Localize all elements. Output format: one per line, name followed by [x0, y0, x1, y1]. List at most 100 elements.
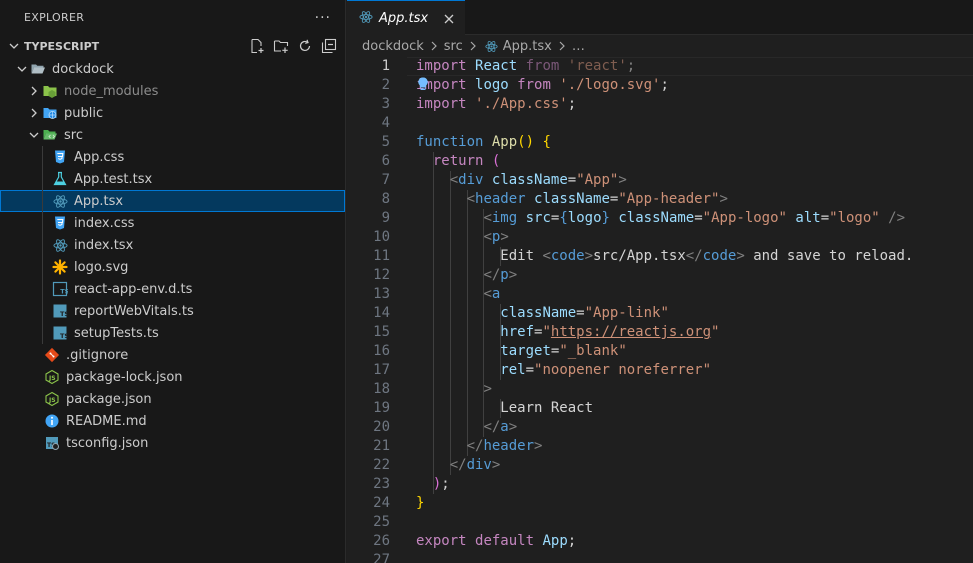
tree-item-index-css[interactable]: index.css [0, 212, 345, 234]
tab-bar: App.tsx [347, 0, 973, 36]
line-number: 3 [381, 96, 390, 112]
code-line[interactable]: 9 <img src={logo} className="App-logo" a… [347, 209, 973, 228]
tree-item-public[interactable]: public [0, 102, 345, 124]
breadcrumb-item-dockdock[interactable]: dockdock [362, 39, 424, 54]
chevron-right-icon [556, 41, 568, 51]
code-editor[interactable]: 1 import React from 'react'; 2 import logo … [347, 57, 973, 563]
tree-item-tsconfig-json[interactable]: TS tsconfig.json [0, 432, 345, 454]
code-line[interactable]: 18 > [347, 380, 973, 399]
indent-guide [42, 212, 43, 234]
tree-item-label: setupTests.ts [74, 325, 159, 341]
chevron-down-icon[interactable] [26, 127, 42, 143]
code-line[interactable]: 22 </div> [347, 456, 973, 475]
css-file-icon [52, 149, 68, 165]
code-text: <a [483, 286, 501, 302]
line-number: 15 [373, 324, 390, 340]
code-text: href="https://reactjs.org" [500, 324, 720, 340]
chevron-right-icon[interactable] [26, 105, 42, 121]
tab-app-tsx[interactable]: App.tsx [347, 0, 465, 36]
line-number: 8 [381, 191, 390, 207]
code-line[interactable]: 2 import logo from './logo.svg'; [347, 76, 973, 95]
code-line[interactable]: 26 export default App; [347, 532, 973, 551]
new-file-icon[interactable] [249, 38, 265, 54]
code-text: <p> [483, 229, 509, 245]
code-line[interactable]: 25 [347, 513, 973, 532]
react-icon [485, 39, 499, 53]
code-line[interactable]: 11 Edit <code>src/App.tsx</code> and sav… [347, 247, 973, 266]
refresh-icon[interactable] [297, 38, 313, 54]
tree-item-index-tsx[interactable]: index.tsx [0, 234, 345, 256]
tree-item-package-json[interactable]: JS package.json [0, 388, 345, 410]
typescript-file-icon: TS [52, 303, 68, 319]
tree-item-react-app-env-d-ts[interactable]: TS react-app-env.d.ts [0, 278, 345, 300]
tree-item-node-modules[interactable]: node_modules [0, 80, 345, 102]
code-line[interactable]: 10 <p> [347, 228, 973, 247]
code-line[interactable]: 7 <div className="App"> [347, 171, 973, 190]
info-icon [44, 413, 60, 429]
code-line[interactable]: 13 <a [347, 285, 973, 304]
tree-item-reportwebvitals-ts[interactable]: TS reportWebVitals.ts [0, 300, 345, 322]
collapse-all-icon[interactable] [321, 38, 337, 54]
react-icon [52, 237, 68, 253]
line-number: 12 [373, 267, 390, 283]
tree-item-readme-md[interactable]: README.md [0, 410, 345, 432]
line-number: 10 [373, 229, 390, 245]
tree-item-src[interactable]: src [0, 124, 345, 146]
folder-node-icon [42, 83, 58, 99]
tree-item-dockdock[interactable]: dockdock [0, 58, 345, 80]
svg-text:TS: TS [60, 332, 68, 340]
tree-item-app-test-tsx[interactable]: App.test.tsx [0, 168, 345, 190]
more-actions-icon[interactable]: ··· [315, 10, 331, 26]
code-line[interactable]: 27 [347, 551, 973, 563]
code-line[interactable]: 6 return ( [347, 152, 973, 171]
code-line[interactable]: 20 </a> [347, 418, 973, 437]
tree-item-package-lock-json[interactable]: JS package-lock.json [0, 366, 345, 388]
close-icon[interactable] [439, 9, 459, 29]
code-line[interactable]: 14 className="App-link" [347, 304, 973, 323]
breadcrumb-item-src[interactable]: src [444, 39, 463, 54]
tree-item-label: node_modules [64, 83, 159, 99]
workspace-section-header[interactable]: TYPESCRIPT [0, 35, 345, 57]
line-number: 18 [373, 381, 390, 397]
tree-item-app-tsx[interactable]: App.tsx [0, 190, 345, 212]
tree-item-logo-svg[interactable]: logo.svg [0, 256, 345, 278]
code-line[interactable]: 8 <header className="App-header"> [347, 190, 973, 209]
new-folder-icon[interactable] [273, 38, 289, 54]
folder-public-icon [42, 105, 58, 121]
chevron-down-icon[interactable] [6, 38, 22, 54]
breadcrumb: dockdock src App.tsx … [347, 35, 973, 57]
chevron-down-icon[interactable] [14, 61, 30, 77]
code-line[interactable]: 5 function App() { [347, 133, 973, 152]
folder-src-icon [42, 127, 58, 143]
tab-label: App.tsx [379, 11, 429, 26]
breadcrumb-item-app-tsx[interactable]: App.tsx [503, 39, 552, 54]
indent-guide [42, 234, 43, 256]
line-number: 4 [381, 115, 390, 131]
code-line[interactable]: 12 </p> [347, 266, 973, 285]
code-line[interactable]: 21 </header> [347, 437, 973, 456]
code-line[interactable]: 16 target="_blank" [347, 342, 973, 361]
code-line[interactable]: 1 import React from 'react'; [347, 57, 973, 76]
code-line[interactable]: 4 [347, 114, 973, 133]
code-line[interactable]: 3 import './App.css'; [347, 95, 973, 114]
tree-item-setuptests-ts[interactable]: TS setupTests.ts [0, 322, 345, 344]
svg-text:JS: JS [48, 397, 56, 404]
chevron-right-icon[interactable] [26, 83, 42, 99]
code-line[interactable]: 24} [347, 494, 973, 513]
line-number: 27 [373, 552, 390, 563]
code-text: import React from 'react'; [416, 58, 636, 74]
lightbulb-icon[interactable] [416, 76, 432, 92]
code-line[interactable]: 17 rel="noopener noreferrer" [347, 361, 973, 380]
tree-item-app-css[interactable]: App.css [0, 146, 345, 168]
line-number: 1 [381, 58, 390, 74]
line-number: 25 [373, 514, 390, 530]
tree-item-label: tsconfig.json [66, 435, 149, 451]
code-line[interactable]: 23 ); [347, 475, 973, 494]
tree-item-gitignore[interactable]: .gitignore [0, 344, 345, 366]
nodejs-json-icon: JS [44, 369, 60, 385]
code-line[interactable]: 15 href="https://reactjs.org" [347, 323, 973, 342]
code-line[interactable]: 19 Learn React [347, 399, 973, 418]
line-number: 14 [373, 305, 390, 321]
svg-text:TS: TS [60, 310, 68, 318]
breadcrumb-item-symbols[interactable]: … [572, 39, 585, 54]
